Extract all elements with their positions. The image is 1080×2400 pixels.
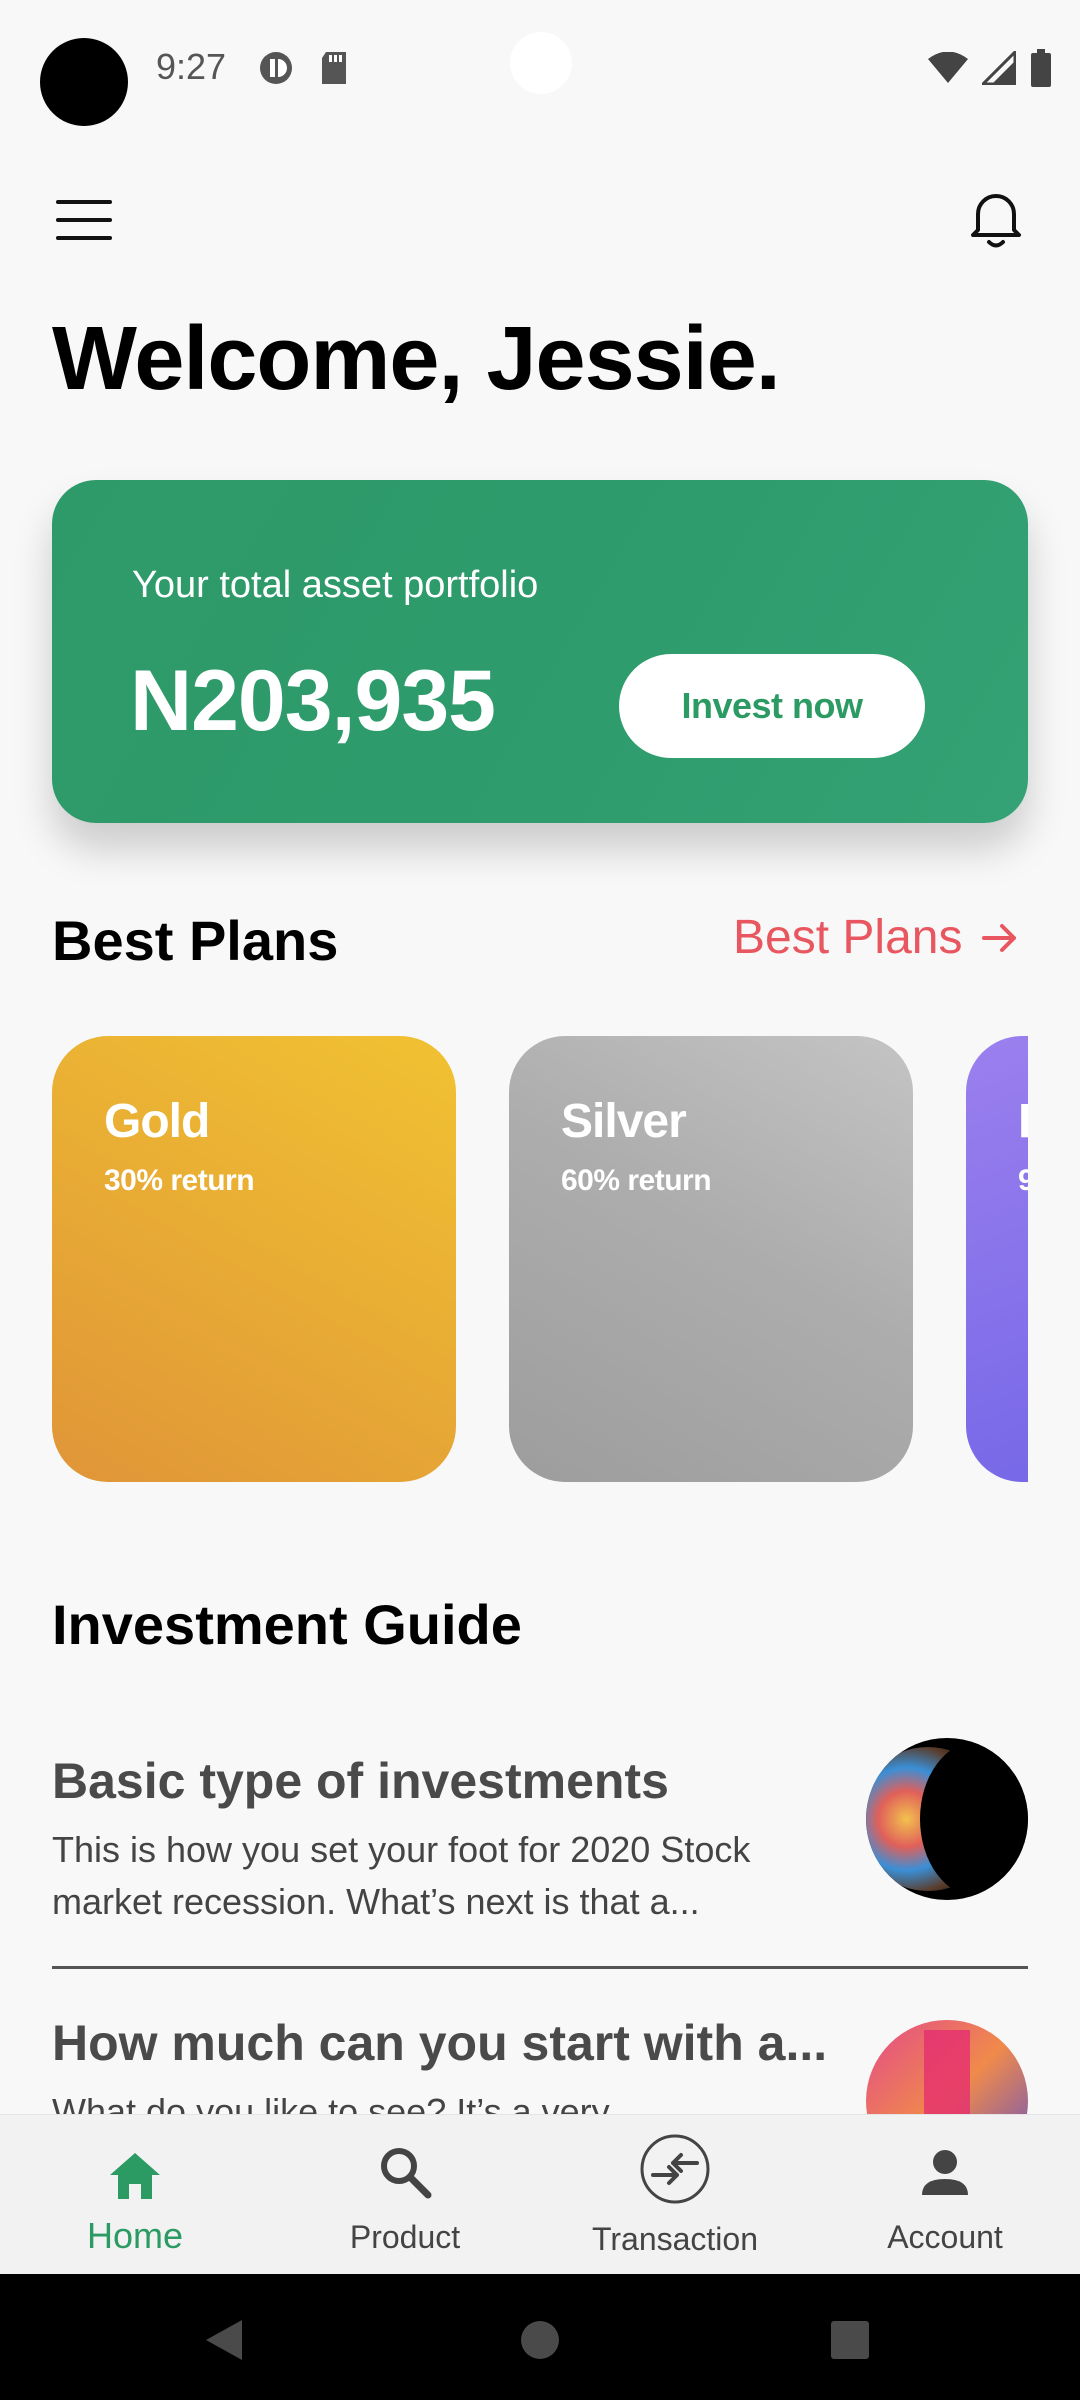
- wifi-icon: [928, 52, 968, 83]
- search-icon: [381, 2148, 432, 2199]
- portfolio-label: Your total asset portfolio: [132, 564, 539, 606]
- nav-item-transaction[interactable]: Transaction: [540, 2115, 810, 2275]
- plan-card-partial[interactable]: P 9: [966, 1036, 1028, 1482]
- plan-name: P: [1018, 1094, 1028, 1149]
- nav-label: Account: [887, 2219, 1003, 2255]
- investment-guide-title: Investment Guide: [52, 1593, 522, 1656]
- best-plans-link-label: Best Plans: [733, 911, 963, 964]
- status-time: 9:27: [156, 46, 227, 87]
- guide-item-title: How much can you start with a...: [52, 2015, 828, 2071]
- menu-icon[interactable]: [52, 196, 116, 244]
- nav-item-home[interactable]: Home: [0, 2115, 270, 2275]
- plan-return: 9: [1018, 1164, 1028, 1197]
- plan-return: 30% return: [104, 1164, 255, 1197]
- guide-item[interactable]: Basic type of investments This is how yo…: [52, 1738, 1028, 1952]
- guide-item-body: This is how you set your foot for 2020 S…: [52, 1829, 751, 1922]
- plan-return: 60% return: [561, 1164, 712, 1197]
- bell-icon[interactable]: [966, 186, 1026, 252]
- back-icon[interactable]: [204, 2318, 244, 2362]
- arrow-right-icon: [982, 923, 1017, 952]
- welcome-heading: Welcome, Jessie.: [52, 309, 781, 409]
- best-plans-title: Best Plans: [52, 909, 339, 972]
- best-plans-link[interactable]: Best Plans: [733, 910, 1020, 965]
- plans-carousel[interactable]: Gold 30% return Silver 60% return P 9: [52, 1036, 1028, 1482]
- bottom-navigation: Home Product Transaction Account: [0, 2114, 1080, 2275]
- battery-icon: [1031, 49, 1051, 87]
- nav-item-account[interactable]: Account: [810, 2115, 1080, 2275]
- nav-label: Product: [349, 2219, 461, 2255]
- camera-cutout: [40, 38, 128, 126]
- punch-hole: [510, 32, 572, 94]
- nav-item-product[interactable]: Product: [270, 2115, 540, 2275]
- plan-name: Gold: [104, 1095, 210, 1148]
- portfolio-amount: N203,935: [130, 653, 496, 749]
- guide-item-title: Basic type of investments: [52, 1753, 669, 1809]
- system-status-icons: [928, 48, 1052, 88]
- portfolio-card: Your total asset portfolio N203,935 Inve…: [52, 480, 1028, 823]
- nav-label: Transaction: [592, 2221, 758, 2257]
- abstract-thumbnail: [866, 2020, 1028, 2114]
- invest-now-button[interactable]: Invest now: [619, 654, 925, 758]
- account-icon: [922, 2150, 968, 2195]
- signal-icon: [982, 51, 1016, 85]
- transaction-icon: [640, 2134, 710, 2204]
- system-navigation-bar: [0, 2274, 1080, 2400]
- plan-card-gold[interactable]: Gold 30% return: [52, 1036, 456, 1482]
- sd-card-icon: [322, 52, 346, 84]
- guide-item[interactable]: How much can you start with a... What do…: [52, 2010, 1028, 2114]
- plan-card-silver[interactable]: Silver 60% return: [509, 1036, 913, 1482]
- planet-thumbnail: [866, 1738, 1028, 1900]
- home-icon: [110, 2153, 160, 2199]
- status-bar: 9:27: [0, 0, 1080, 130]
- plan-name: Silver: [561, 1095, 687, 1148]
- home-circle-icon[interactable]: [520, 2320, 560, 2360]
- divider: [52, 1966, 1028, 1969]
- recents-icon[interactable]: [830, 2320, 870, 2360]
- data-saver-icon: [260, 52, 292, 84]
- nav-label: Home: [86, 2215, 184, 2256]
- guide-item-body: What do you like to see? It’s a very: [52, 2091, 610, 2114]
